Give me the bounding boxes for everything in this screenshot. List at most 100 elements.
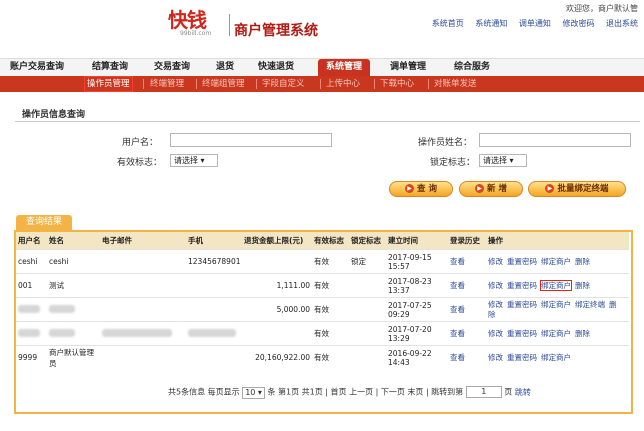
nav-settlement[interactable]: 结算查询 <box>88 59 132 76</box>
bind-merchant-link[interactable]: 绑定商户 <box>541 257 571 266</box>
cell-limit: 5,000.00 <box>242 297 312 322</box>
cell-username <box>16 321 47 346</box>
nav-refund[interactable]: 退货 <box>212 59 238 76</box>
subnav-upload-center[interactable]: 上传中心 <box>326 76 360 92</box>
view-history-link[interactable]: 查看 <box>450 353 465 362</box>
nav-services[interactable]: 综合服务 <box>450 59 494 76</box>
view-history-link[interactable]: 查看 <box>450 305 465 314</box>
link-change-password[interactable]: 修改密码 <box>562 19 594 28</box>
subnav-custom-fields[interactable]: 字段自定义 <box>262 76 305 92</box>
subnav-operator-mgmt[interactable]: 操作员管理 <box>84 76 133 92</box>
jump-link[interactable]: 跳转 <box>515 388 531 397</box>
page-number-input[interactable]: 1 <box>465 386 502 398</box>
subnav-terminal-group[interactable]: 终端组管理 <box>202 76 245 92</box>
bind-terminal-link[interactable]: 绑定终端 <box>575 300 605 309</box>
table-row: ceshi ceshi 12345678901 有效 锁定 2017-09-15… <box>16 249 629 274</box>
cell-username: ceshi <box>16 249 47 274</box>
cell-locked <box>349 297 386 322</box>
operator-table: 用户名 姓名 电子邮件 手机 退货金额上限(元) 有效标志 锁定标志 建立时间 … <box>16 232 629 369</box>
redacted-value <box>18 304 40 313</box>
cell-email <box>100 297 186 322</box>
link-order-notice[interactable]: 调单通知 <box>519 19 551 28</box>
edit-link[interactable]: 修改 <box>488 353 503 362</box>
cell-created: 2017-08-23 13:37 <box>386 273 448 298</box>
search-icon: ▶ <box>405 184 415 193</box>
reset-password-link[interactable]: 重置密码 <box>507 281 537 290</box>
query-button[interactable]: ▶ 查 询 <box>389 181 453 197</box>
username-input[interactable] <box>170 133 332 147</box>
view-history-link[interactable]: 查看 <box>450 281 465 290</box>
nav-quick-refund[interactable]: 快速退货 <box>254 59 298 76</box>
add-button[interactable]: ▶ 新 增 <box>459 181 523 197</box>
per-page-value: 10 <box>245 387 256 397</box>
valid-flag-label: 有效标志： <box>117 158 163 168</box>
link-home[interactable]: 系统首页 <box>432 19 464 28</box>
nav-transaction[interactable]: 交易查询 <box>150 59 194 76</box>
reset-password-link[interactable]: 重置密码 <box>507 300 537 309</box>
link-notice[interactable]: 系统通知 <box>475 19 507 28</box>
nav-order-mgmt[interactable]: 调单管理 <box>386 59 430 76</box>
query-section-title: 操作员信息查询 <box>22 110 86 120</box>
logo: 快钱 <box>168 8 207 32</box>
cell-valid: 有效 <box>312 321 349 346</box>
table-row: 9999 商户默认管理员 20,160,922.00 有效 2016-09-22… <box>16 345 629 369</box>
reset-password-link[interactable]: 重置密码 <box>507 257 537 266</box>
cell-actions: 修改 重置密码 绑定商户 <box>486 345 629 369</box>
bind-merchant-link[interactable]: 绑定商户 <box>541 329 571 338</box>
cell-username: 001 <box>16 273 47 298</box>
cell-history: 查看 <box>448 297 486 322</box>
edit-link[interactable]: 修改 <box>488 329 503 338</box>
reset-password-link[interactable]: 重置密码 <box>507 329 537 338</box>
view-history-link[interactable]: 查看 <box>450 329 465 338</box>
valid-flag-value: 请选择 <box>174 156 198 165</box>
cell-phone <box>186 345 242 369</box>
subnav-divider <box>256 79 257 89</box>
nav-system-mgmt[interactable]: 系统管理 <box>318 59 370 76</box>
cell-locked <box>349 273 386 298</box>
cell-valid: 有效 <box>312 249 349 274</box>
username-label: 用户名： <box>122 138 159 148</box>
cell-name: 测试 <box>47 273 100 298</box>
col-name: 姓名 <box>47 232 100 250</box>
reset-password-link[interactable]: 重置密码 <box>507 353 537 362</box>
delete-link[interactable]: 删除 <box>575 281 590 290</box>
nav-account-query[interactable]: 账户交易查询 <box>2 59 72 76</box>
redacted-value <box>49 328 75 337</box>
subnav-divider <box>320 79 321 89</box>
link-logout[interactable]: 退出系统 <box>606 19 638 28</box>
cell-username <box>16 297 47 322</box>
valid-flag-select[interactable]: 请选择 ▾ <box>170 154 218 167</box>
subnav-download-center[interactable]: 下载中心 <box>380 76 414 92</box>
cell-phone <box>186 321 242 346</box>
query-button-label: 查 询 <box>417 184 437 194</box>
operator-name-input[interactable] <box>479 133 631 147</box>
cell-valid: 有效 <box>312 345 349 369</box>
cell-name <box>47 321 100 346</box>
bind-merchant-link[interactable]: 绑定商户 <box>541 300 571 309</box>
results-tab[interactable]: 查询结果 <box>16 215 72 230</box>
edit-link[interactable]: 修改 <box>488 281 503 290</box>
subnav-terminal-mgmt[interactable]: 终端管理 <box>150 76 184 92</box>
cell-name: ceshi <box>47 249 100 274</box>
chevron-down-icon: ▾ <box>200 156 205 165</box>
page-suffix: 页 <box>504 387 513 397</box>
bind-merchant-link[interactable]: 绑定商户 <box>541 353 571 362</box>
edit-link[interactable]: 修改 <box>488 257 503 266</box>
cell-phone: 12345678901 <box>186 249 242 274</box>
edit-link[interactable]: 修改 <box>488 300 503 309</box>
bind-merchant-link[interactable]: 绑定商户 <box>540 280 572 291</box>
delete-link[interactable]: 删除 <box>575 329 590 338</box>
cell-email <box>100 249 186 274</box>
batch-bind-terminal-button[interactable]: ▶ 批量绑定终端 <box>528 181 626 197</box>
pager-page-info: 条 第1页 共1页 | 首页 上一页 | 下一页 末页 | 跳转到第 <box>267 387 464 397</box>
lock-flag-select[interactable]: 请选择 ▾ <box>479 154 527 167</box>
col-username: 用户名 <box>16 232 47 250</box>
view-history-link[interactable]: 查看 <box>450 257 465 266</box>
per-page-select[interactable]: 10 ▾ <box>242 386 265 399</box>
redacted-value <box>49 304 75 313</box>
cell-name <box>47 297 100 322</box>
delete-link[interactable]: 删除 <box>575 257 590 266</box>
cell-history: 查看 <box>448 249 486 274</box>
col-phone: 手机 <box>186 232 242 250</box>
subnav-statement-send[interactable]: 对账单发送 <box>434 76 477 92</box>
